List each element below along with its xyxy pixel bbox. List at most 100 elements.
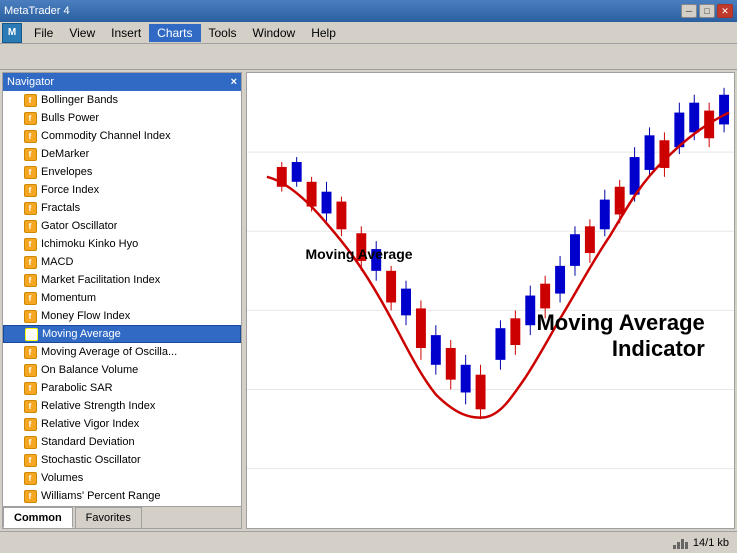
- nav-item-macd[interactable]: f MACD: [3, 253, 241, 271]
- indicator-icon: f: [23, 381, 37, 395]
- nav-label-ichimoku: Ichimoku Kinko Hyo: [41, 238, 138, 250]
- status-icons: 14/1 kb: [673, 537, 729, 549]
- nav-label-mfi: Market Facilitation Index: [41, 274, 160, 286]
- nav-label-rvi: Relative Vigor Index: [41, 418, 139, 430]
- indicator-icon: f: [23, 165, 37, 179]
- maximize-button[interactable]: □: [699, 4, 715, 18]
- nav-label-williams: Williams' Percent Range: [41, 490, 160, 502]
- indicator-icon: f: [23, 363, 37, 377]
- nav-item-rsi[interactable]: f Relative Strength Index: [3, 397, 241, 415]
- navigator-title: Navigator: [7, 76, 54, 88]
- indicator-icon: f: [23, 201, 37, 215]
- title-bar: MetaTrader 4 ─ □ ✕: [0, 0, 737, 22]
- indicator-icon: f: [24, 327, 38, 341]
- indicator-icon: f: [23, 147, 37, 161]
- nav-label-obv: On Balance Volume: [41, 364, 138, 376]
- indicator-icon: f: [23, 255, 37, 269]
- indicator-icon: f: [23, 219, 37, 233]
- nav-label-macd: MACD: [41, 256, 73, 268]
- nav-item-obv[interactable]: f On Balance Volume: [3, 361, 241, 379]
- nav-label-stochastic: Stochastic Oscillator: [41, 454, 141, 466]
- file-size: 14/1 kb: [693, 537, 729, 549]
- indicator-icon: f: [23, 291, 37, 305]
- navigator-list[interactable]: f Bollinger Bands f Bulls Power f Commod…: [3, 91, 241, 506]
- nav-label-demarker: DeMarker: [41, 148, 89, 160]
- nav-label-bulls: Bulls Power: [41, 112, 99, 124]
- nav-item-stddev[interactable]: f Standard Deviation: [3, 433, 241, 451]
- navigator-tabs: Common Favorites: [3, 506, 241, 528]
- nav-item-stochastic[interactable]: f Stochastic Oscillator: [3, 451, 241, 469]
- nav-item-mfi[interactable]: f Market Facilitation Index: [3, 271, 241, 289]
- indicator-icon: f: [23, 471, 37, 485]
- indicator-icon: f: [23, 435, 37, 449]
- indicator-icon: f: [23, 309, 37, 323]
- indicator-icon: f: [23, 399, 37, 413]
- tab-favorites[interactable]: Favorites: [75, 507, 142, 528]
- menu-bar: M File View Insert Charts Tools Window H…: [0, 22, 737, 44]
- app-title: MetaTrader 4: [4, 5, 70, 17]
- indicator-icon: f: [23, 417, 37, 431]
- nav-item-demarker[interactable]: f DeMarker: [3, 145, 241, 163]
- nav-label-force: Force Index: [41, 184, 99, 196]
- main-layout: Navigator × f Bollinger Bands f Bulls Po…: [0, 70, 737, 531]
- title-bar-controls: ─ □ ✕: [681, 4, 733, 18]
- nav-item-fractals[interactable]: f Fractals: [3, 199, 241, 217]
- nav-item-gator[interactable]: f Gator Oscillator: [3, 217, 241, 235]
- close-button[interactable]: ✕: [717, 4, 733, 18]
- menu-view[interactable]: View: [61, 24, 103, 42]
- menu-insert[interactable]: Insert: [103, 24, 149, 42]
- nav-item-parabolic[interactable]: f Parabolic SAR: [3, 379, 241, 397]
- indicator-icon: f: [23, 273, 37, 287]
- nav-label-gator: Gator Oscillator: [41, 220, 117, 232]
- nav-label-bollinger: Bollinger Bands: [41, 94, 118, 106]
- nav-item-ma[interactable]: f Moving Average: [3, 325, 241, 343]
- nav-label-stddev: Standard Deviation: [41, 436, 135, 448]
- nav-label-maoscilla: Moving Average of Oscilla...: [41, 346, 177, 358]
- nav-item-bollinger[interactable]: f Bollinger Bands: [3, 91, 241, 109]
- indicator-icon: f: [23, 345, 37, 359]
- indicator-icon: f: [23, 453, 37, 467]
- nav-item-rvi[interactable]: f Relative Vigor Index: [3, 415, 241, 433]
- nav-label-cci: Commodity Channel Index: [41, 130, 171, 142]
- indicator-icon: f: [23, 93, 37, 107]
- menu-tools[interactable]: Tools: [201, 24, 245, 42]
- menu-help[interactable]: Help: [303, 24, 344, 42]
- chart-area: Moving Average Moving Average Indicator: [246, 72, 735, 529]
- nav-label-parabolic: Parabolic SAR: [41, 382, 113, 394]
- indicator-icon: f: [23, 129, 37, 143]
- nav-item-momentum[interactable]: f Momentum: [3, 289, 241, 307]
- navigator-close-button[interactable]: ×: [231, 76, 237, 88]
- app-icon: M: [2, 23, 22, 43]
- indicator-icon: f: [23, 111, 37, 125]
- nav-label-fractals: Fractals: [41, 202, 80, 214]
- bars-icon: [673, 537, 689, 549]
- nav-item-ichimoku[interactable]: f Ichimoku Kinko Hyo: [3, 235, 241, 253]
- minimize-button[interactable]: ─: [681, 4, 697, 18]
- nav-label-volumes: Volumes: [41, 472, 83, 484]
- indicator-icon: f: [23, 237, 37, 251]
- tab-common[interactable]: Common: [3, 507, 73, 528]
- menu-charts[interactable]: Charts: [149, 24, 200, 42]
- nav-item-williams[interactable]: f Williams' Percent Range: [3, 487, 241, 505]
- menu-file[interactable]: File: [26, 24, 61, 42]
- navigator-header: Navigator ×: [3, 73, 241, 91]
- nav-item-maoscilla[interactable]: f Moving Average of Oscilla...: [3, 343, 241, 361]
- nav-item-bulls[interactable]: f Bulls Power: [3, 109, 241, 127]
- nav-item-envelopes[interactable]: f Envelopes: [3, 163, 241, 181]
- title-bar-left: MetaTrader 4: [4, 5, 70, 17]
- nav-item-force[interactable]: f Force Index: [3, 181, 241, 199]
- toolbar: [0, 44, 737, 70]
- indicator-icon: f: [23, 489, 37, 503]
- navigator-panel: Navigator × f Bollinger Bands f Bulls Po…: [2, 72, 242, 529]
- nav-item-volumes[interactable]: f Volumes: [3, 469, 241, 487]
- nav-item-moneyflow[interactable]: f Money Flow Index: [3, 307, 241, 325]
- nav-label-ma: Moving Average: [42, 328, 121, 340]
- nav-label-moneyflow: Money Flow Index: [41, 310, 130, 322]
- indicator-icon: f: [23, 183, 37, 197]
- nav-label-envelopes: Envelopes: [41, 166, 92, 178]
- nav-item-cci[interactable]: f Commodity Channel Index: [3, 127, 241, 145]
- status-bar: 14/1 kb: [0, 531, 737, 553]
- menu-window[interactable]: Window: [245, 24, 304, 42]
- chart-svg: [247, 73, 734, 528]
- nav-label-momentum: Momentum: [41, 292, 96, 304]
